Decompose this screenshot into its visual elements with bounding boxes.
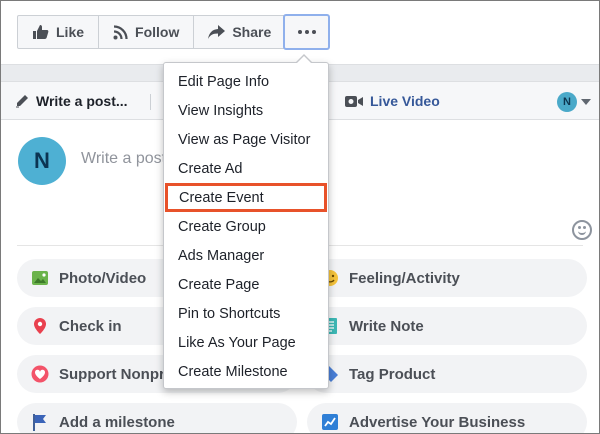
menu-item-pin-to-shortcuts[interactable]: Pin to Shortcuts	[164, 299, 328, 328]
flag-icon	[33, 414, 46, 431]
menu-item-like-as-page[interactable]: Like As Your Page	[164, 328, 328, 357]
menu-item-create-page[interactable]: Create Page	[164, 270, 328, 299]
quick-action-label: Tag Product	[349, 365, 436, 383]
quick-action-label: Check in	[59, 317, 122, 335]
more-dot-icon	[297, 30, 302, 34]
more-options-button[interactable]	[283, 14, 330, 50]
menu-item-view-as-visitor[interactable]: View as Page Visitor	[164, 125, 328, 154]
menu-pointer-fill	[296, 56, 312, 64]
pencil-icon	[16, 95, 28, 108]
page-avatar-selector[interactable]: N	[557, 92, 577, 112]
quick-action-label: Write Note	[349, 317, 424, 335]
menu-item-edit-page-info[interactable]: Edit Page Info	[164, 67, 328, 96]
rss-feed-icon	[113, 24, 128, 39]
nonprofit-heart-icon	[31, 365, 49, 383]
video-camera-icon	[345, 95, 363, 107]
menu-item-create-group[interactable]: Create Group	[164, 212, 328, 241]
share-arrow-icon	[208, 25, 226, 39]
quick-action-label: Add a milestone	[59, 413, 175, 431]
tab-write-post-label: Write a post...	[36, 93, 128, 109]
tag-product-button[interactable]: Tag Product	[307, 355, 587, 393]
like-label: Like	[56, 24, 85, 40]
menu-item-ads-manager[interactable]: Ads Manager	[164, 241, 328, 270]
photo-icon	[32, 271, 48, 285]
follow-button[interactable]: Follow	[99, 16, 195, 48]
tab-write-post[interactable]: Write a post...	[15, 82, 128, 120]
tab-live-video-label: Live Video	[370, 93, 440, 109]
emoji-icon[interactable]	[572, 220, 592, 240]
advertise-business-button[interactable]: Advertise Your Business	[307, 403, 587, 433]
page-avatar: N	[18, 137, 66, 185]
tab-live-video[interactable]: Live Video	[345, 82, 440, 120]
tab-divider	[150, 94, 151, 110]
write-note-button[interactable]: Write Note	[307, 307, 587, 345]
menu-item-view-insights[interactable]: View Insights	[164, 96, 328, 125]
quick-action-label: Advertise Your Business	[349, 413, 526, 431]
chevron-down-icon[interactable]	[581, 99, 591, 105]
quick-action-label: Feeling/Activity	[349, 269, 460, 287]
menu-item-create-ad[interactable]: Create Ad	[164, 154, 328, 183]
menu-item-create-event[interactable]: Create Event	[165, 183, 327, 212]
location-pin-icon	[34, 318, 46, 334]
post-input[interactable]: Write a post	[81, 150, 166, 168]
advertise-icon	[322, 414, 338, 430]
more-dot-icon	[304, 30, 309, 34]
page-action-buttons: Like Follow Share	[17, 15, 287, 49]
quick-action-label: Photo/Video	[59, 269, 147, 287]
menu-item-create-milestone[interactable]: Create Milestone	[164, 357, 328, 386]
follow-label: Follow	[135, 24, 180, 40]
feeling-activity-button[interactable]: Feeling/Activity	[307, 259, 587, 297]
share-button[interactable]: Share	[194, 16, 285, 48]
thumbs-up-icon	[33, 25, 49, 39]
page-frame: Like Follow Share Write a post... Live V…	[0, 0, 600, 434]
add-milestone-button[interactable]: Add a milestone	[17, 403, 297, 433]
more-options-menu: Edit Page Info View Insights View as Pag…	[163, 62, 329, 389]
like-button[interactable]: Like	[18, 16, 100, 48]
more-dot-icon	[311, 30, 316, 34]
share-label: Share	[232, 24, 272, 40]
